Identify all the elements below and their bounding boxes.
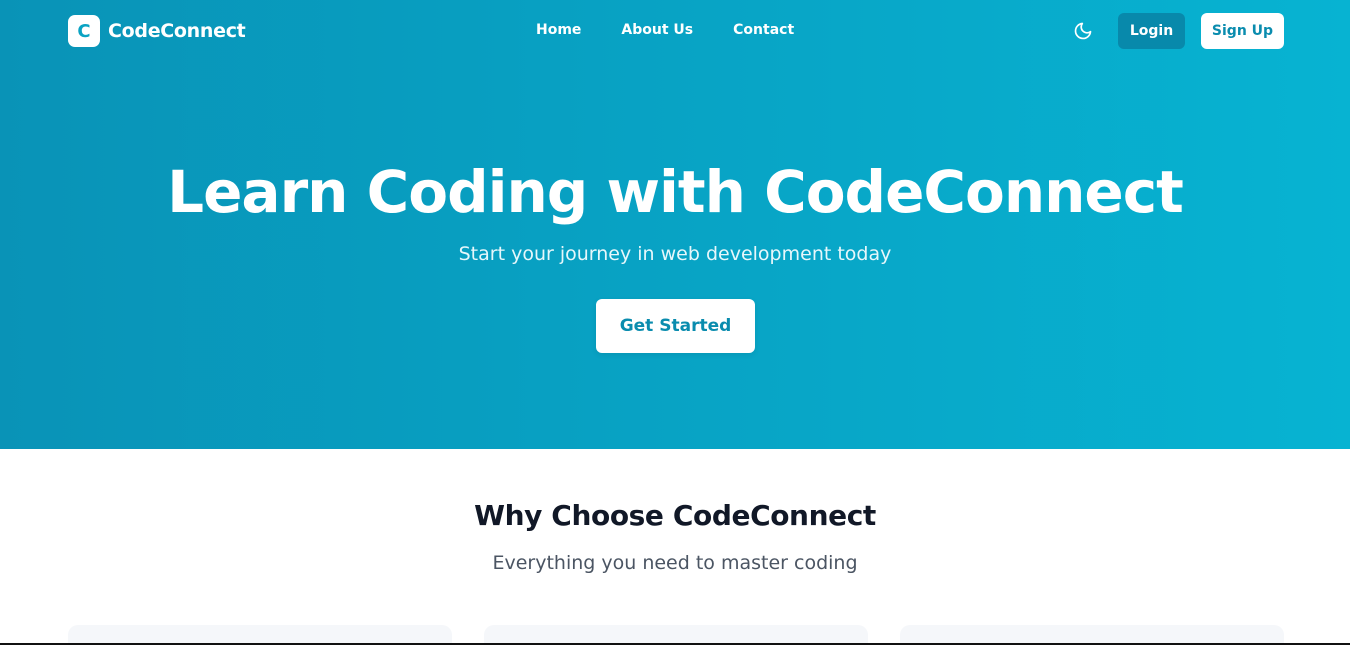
features-title: Why Choose CodeConnect [474, 499, 876, 532]
brand-logo[interactable]: C CodeConnect [68, 15, 246, 47]
logo-mark: C [68, 15, 100, 47]
features-subtitle: Everything you need to master coding [492, 552, 858, 574]
get-started-button[interactable]: Get Started [596, 299, 755, 353]
signup-button[interactable]: Sign Up [1201, 13, 1284, 49]
nav-link-contact[interactable]: Contact [733, 22, 794, 38]
brand-name: CodeConnect [108, 20, 246, 42]
nav-link-home[interactable]: Home [536, 22, 581, 38]
feature-card [484, 625, 868, 645]
feature-card [900, 625, 1284, 645]
nav-links: Home About Us Contact [536, 22, 794, 38]
hero-section: C CodeConnect Home About Us Contact Logi… [0, 0, 1350, 449]
hero-title: Learn Coding with CodeConnect [167, 158, 1184, 226]
moon-icon[interactable] [1073, 21, 1093, 41]
feature-card [68, 625, 452, 645]
login-button[interactable]: Login [1118, 13, 1185, 49]
nav-link-about-us[interactable]: About Us [621, 22, 693, 38]
hero-subtitle: Start your journey in web development to… [458, 243, 892, 265]
top-navbar: C CodeConnect Home About Us Contact Logi… [0, 0, 1350, 62]
